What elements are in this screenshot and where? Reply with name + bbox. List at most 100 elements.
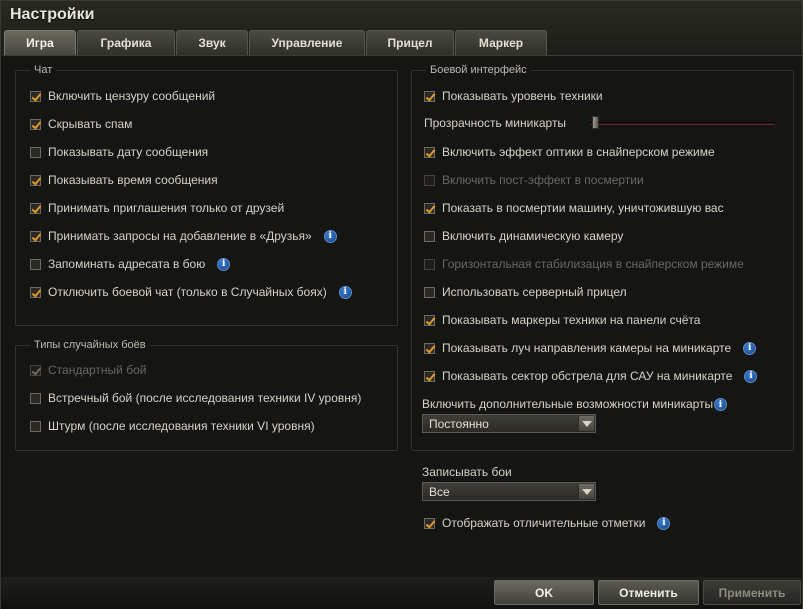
select-value: Постоянно xyxy=(429,416,489,431)
checkbox xyxy=(424,174,435,186)
window-title: Настройки xyxy=(10,6,95,23)
checkbox-row[interactable]: Принимать приглашения только от друзей xyxy=(30,199,284,217)
info-icon[interactable]: i xyxy=(323,229,337,243)
checkbox-label: Показывать уровень техники xyxy=(442,89,603,103)
checkbox[interactable] xyxy=(424,90,435,102)
checkbox-row[interactable]: Включить цензуру сообщений xyxy=(30,87,215,105)
checkbox-row: Стандартный бой xyxy=(30,361,146,379)
checkbox-label: Показывать маркеры техники на панели счё… xyxy=(442,313,701,327)
checkbox-row[interactable]: Включить динамическую камеру xyxy=(424,227,623,245)
checkbox-label: Использовать серверный прицел xyxy=(442,285,627,299)
checkbox-row[interactable]: Принимать запросы на добавление в «Друзь… xyxy=(30,227,337,245)
minimap-extra-select[interactable]: Постоянно xyxy=(422,414,596,433)
checkbox-label: Показывать сектор обстрела для САУ на ми… xyxy=(442,369,733,383)
tab-marker[interactable]: Маркер xyxy=(455,30,547,55)
select-value: Все xyxy=(429,484,450,499)
chat-legend: Чат xyxy=(30,64,57,76)
replays-label: Записывать бои xyxy=(422,465,512,479)
checkbox-label: Показывать дату сообщения xyxy=(48,145,209,159)
settings-window: Настройки Игра Графика Звук Управление П… xyxy=(0,0,803,609)
checkbox-label: Показывать время сообщения xyxy=(48,173,218,187)
checkbox-row[interactable]: Включить эффект оптики в снайперском реж… xyxy=(424,143,715,161)
checkbox-label: Включить эффект оптики в снайперском реж… xyxy=(442,145,715,159)
chevron-down-icon[interactable] xyxy=(578,416,594,431)
info-icon[interactable]: i xyxy=(657,516,671,530)
marks-checkbox-row[interactable]: Отображать отличительные отметки i xyxy=(424,514,671,532)
checkbox-label: Отображать отличительные отметки xyxy=(442,516,646,530)
battle-interface-legend: Боевой интерфейс xyxy=(426,64,531,76)
checkbox-row[interactable]: Запоминать адресата в бою i xyxy=(30,255,231,273)
checkbox[interactable] xyxy=(424,517,435,529)
checkbox-row[interactable]: Показывать сектор обстрела для САУ на ми… xyxy=(424,367,758,385)
tab-sound[interactable]: Звук xyxy=(176,30,248,55)
checkbox-label: Включить пост-эффект в посмертии xyxy=(442,173,644,187)
checkbox[interactable] xyxy=(424,314,435,326)
info-icon[interactable]: i xyxy=(744,369,758,383)
checkbox[interactable] xyxy=(424,230,435,242)
checkbox xyxy=(424,258,435,270)
info-icon[interactable]: i xyxy=(743,341,757,355)
checkbox-label: Принимать запросы на добавление в «Друзь… xyxy=(48,229,312,243)
checkbox-label: Включить динамическую камеру xyxy=(442,229,624,243)
apply-button[interactable]: Применить xyxy=(703,580,801,605)
minimap-opacity-slider[interactable] xyxy=(591,116,775,129)
checkbox[interactable] xyxy=(30,118,41,130)
checkbox-row[interactable]: Скрывать спам xyxy=(30,115,132,133)
checkbox-label: Скрывать спам xyxy=(48,117,133,131)
checkbox-row[interactable]: Показывать время сообщения xyxy=(30,171,218,189)
checkbox[interactable] xyxy=(30,202,41,214)
show-tier-checkbox-row[interactable]: Показывать уровень техники xyxy=(424,87,603,105)
checkbox-label: Включить цензуру сообщений xyxy=(48,89,216,103)
checkbox[interactable] xyxy=(30,420,41,432)
checkbox[interactable] xyxy=(424,286,435,298)
ok-button[interactable]: OK xyxy=(494,580,594,605)
checkbox-label: Встречный бой (после исследования техник… xyxy=(48,391,362,405)
checkbox-row[interactable]: Отключить боевой чат (только в Случайных… xyxy=(30,283,352,301)
tab-game[interactable]: Игра xyxy=(4,30,76,55)
info-icon[interactable]: i xyxy=(714,398,727,411)
checkbox[interactable] xyxy=(424,202,435,214)
checkbox[interactable] xyxy=(30,258,41,270)
checkbox[interactable] xyxy=(424,342,435,354)
checkbox-label: Горизонтальная стабилизация в снайперско… xyxy=(442,257,744,271)
chevron-down-icon[interactable] xyxy=(578,484,594,499)
checkbox[interactable] xyxy=(30,286,41,298)
checkbox[interactable] xyxy=(30,146,41,158)
battle-types-legend: Типы случайных боёв xyxy=(30,339,150,351)
info-icon[interactable]: i xyxy=(217,257,231,271)
checkbox[interactable] xyxy=(30,230,41,242)
checkbox[interactable] xyxy=(30,174,41,186)
checkbox-label: Стандартный бой xyxy=(48,363,147,377)
info-icon[interactable]: i xyxy=(338,285,352,299)
cancel-button[interactable]: Отменить xyxy=(598,580,699,605)
checkbox-row[interactable]: Встречный бой (после исследования техник… xyxy=(30,389,361,407)
checkbox-row[interactable]: Использовать серверный прицел xyxy=(424,283,627,301)
minimap-opacity-label: Прозрачность миникарты xyxy=(424,116,567,130)
tab-graphics[interactable]: Графика xyxy=(77,30,175,55)
checkbox-row[interactable]: Показывать луч направления камеры на мин… xyxy=(424,339,757,357)
checkbox-label: Штурм (после исследования техники VI уро… xyxy=(48,419,315,433)
checkbox[interactable] xyxy=(30,392,41,404)
tab-controls[interactable]: Управление xyxy=(249,30,365,55)
checkbox[interactable] xyxy=(30,90,41,102)
checkbox-row: Включить пост-эффект в посмертии xyxy=(424,171,644,189)
checkbox-label: Показывать луч направления камеры на мин… xyxy=(442,341,732,355)
checkbox-row[interactable]: Показать в посмертии машину, уничтожившу… xyxy=(424,199,724,217)
checkbox[interactable] xyxy=(424,370,435,382)
slider-thumb[interactable] xyxy=(592,116,599,129)
tab-bar: Игра Графика Звук Управление Прицел Марк… xyxy=(4,30,548,55)
minimap-extra-label: Включить дополнительные возможности мини… xyxy=(422,397,714,411)
checkbox xyxy=(30,364,41,376)
checkbox-label: Показать в посмертии машину, уничтожившу… xyxy=(442,201,724,215)
slider-track xyxy=(591,122,775,125)
checkbox-label: Отключить боевой чат (только в Случайных… xyxy=(48,285,327,299)
checkbox-row: Горизонтальная стабилизация в снайперско… xyxy=(424,255,744,273)
checkbox-label: Запоминать адресата в бою xyxy=(48,257,206,271)
checkbox-row[interactable]: Показывать маркеры техники на панели счё… xyxy=(424,311,700,329)
replays-select[interactable]: Все xyxy=(422,482,596,501)
checkbox-row[interactable]: Показывать дату сообщения xyxy=(30,143,208,161)
checkbox-row[interactable]: Штурм (после исследования техники VI уро… xyxy=(30,417,315,435)
checkbox[interactable] xyxy=(424,146,435,158)
checkbox-label: Принимать приглашения только от друзей xyxy=(48,201,285,215)
tab-sight[interactable]: Прицел xyxy=(366,30,454,55)
